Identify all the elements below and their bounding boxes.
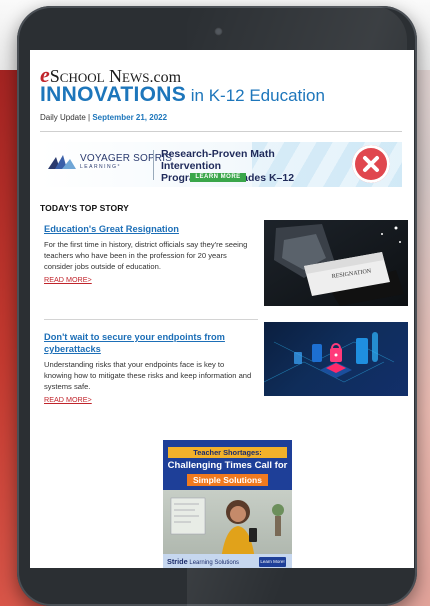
story-summary: Understanding risks that your endpoints … xyxy=(44,360,252,391)
teacher-photo xyxy=(163,490,292,560)
story-summary: For the first time in history, district … xyxy=(44,240,248,271)
promo-brand: Stride xyxy=(167,557,188,566)
brand-logo[interactable]: eSchool News.com xyxy=(40,62,402,87)
ad-logo-name: VOYAGER SOPRIS xyxy=(80,153,173,164)
newsletter-screen: eSchool News.com INNOVATIONS in K-12 Edu… xyxy=(30,50,414,568)
newsletter-title: INNOVATIONS in K-12 Education xyxy=(40,83,402,109)
promo-line3: Simple Solutions xyxy=(187,474,268,486)
voyager-logo-icon xyxy=(48,155,76,169)
promo-footer: Stride Learning Solutions Learn More! xyxy=(163,554,292,568)
ad-banner[interactable]: VOYAGER SOPRIS LEARNING° Research-Proven… xyxy=(40,142,402,187)
section-title: TODAY'S TOP STORY xyxy=(40,203,129,213)
dateline-date: September 21, 2022 xyxy=(92,113,168,122)
ad-logo-tag: LEARNING° xyxy=(80,164,122,170)
story-title-link[interactable]: Education's Great Resignation xyxy=(44,223,254,235)
promo-learn-more-button[interactable]: Learn More! xyxy=(259,557,286,567)
story-card: Don't wait to secure your endpoints from… xyxy=(40,322,408,435)
story-divider xyxy=(44,319,258,320)
resignation-letter-photo[interactable]: RESIGNATION xyxy=(264,220,408,306)
dateline-label: Daily Update | xyxy=(40,113,93,122)
read-more-link[interactable]: READ MORE> xyxy=(44,395,254,404)
camera-icon xyxy=(214,27,223,36)
title-main: INNOVATIONS xyxy=(40,83,187,106)
read-more-link[interactable]: READ MORE> xyxy=(44,275,254,284)
cyber-security-lock-illustration[interactable] xyxy=(264,322,408,396)
dateline: Daily Update | September 21, 2022 xyxy=(40,113,402,122)
newsletter-content: eSchool News.com INNOVATIONS in K-12 Edu… xyxy=(40,62,408,435)
ad-divider xyxy=(153,150,154,180)
promo-banner[interactable]: Teacher Shortages: Challenging Times Cal… xyxy=(163,440,292,568)
story-card: Education's Great Resignation For the fi… xyxy=(40,220,408,319)
promo-line2: Challenging Times Call for xyxy=(167,460,288,471)
promo-brand-sub: Learning Solutions xyxy=(187,560,240,566)
ad-message-line1: Research-Proven Math Intervention xyxy=(161,148,275,172)
promo-line1: Teacher Shortages: xyxy=(168,447,287,458)
story-title-link[interactable]: Don't wait to secure your endpoints from… xyxy=(44,331,254,355)
header-divider xyxy=(40,131,402,132)
stride-logo: Stride Learning Solutions xyxy=(167,557,239,566)
x-icon xyxy=(352,145,390,183)
title-sub: in K-12 Education xyxy=(186,86,325,105)
ad-learn-more-button[interactable]: LEARN MORE xyxy=(190,173,246,182)
